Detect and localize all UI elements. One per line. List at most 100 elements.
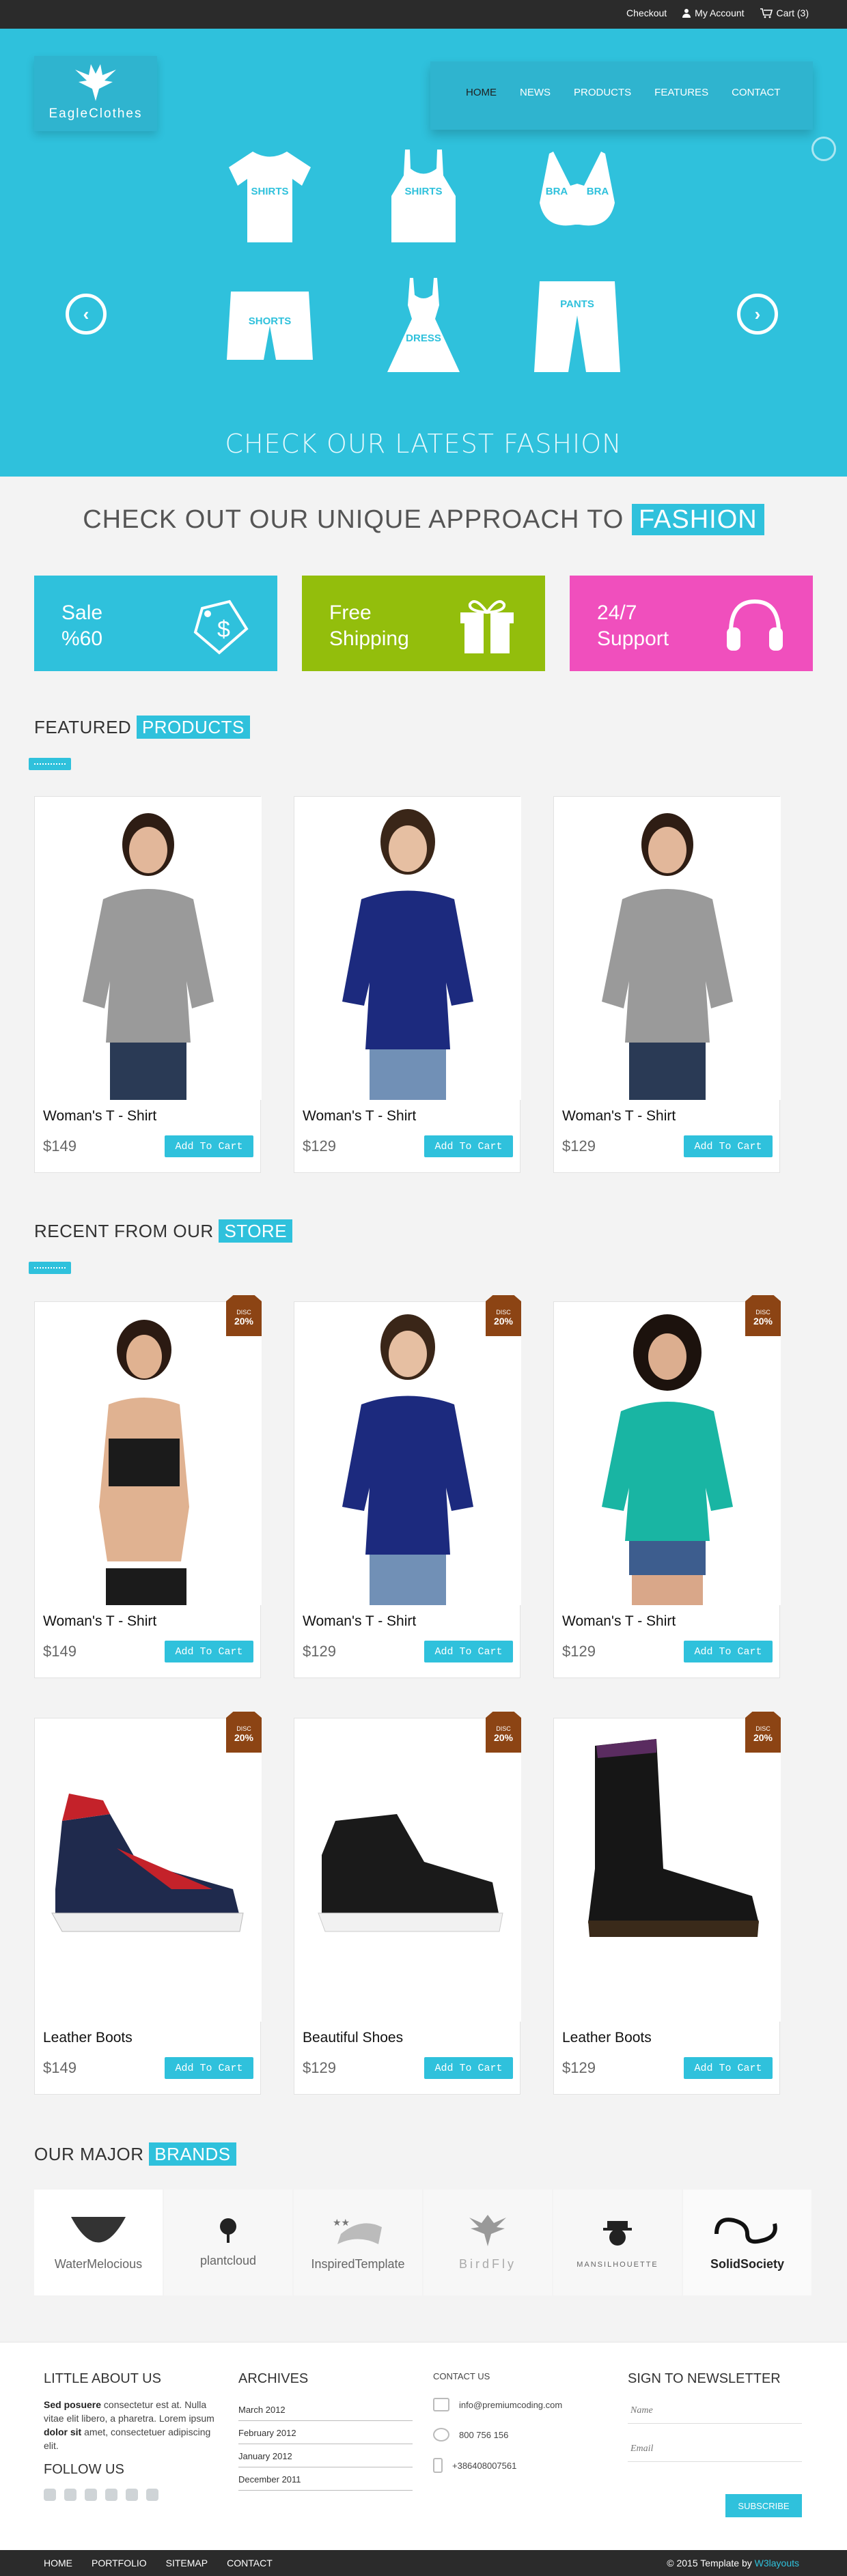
brand-name: SolidSociety <box>710 2257 785 2271</box>
slider-next-button[interactable]: › <box>737 294 778 335</box>
nav-news[interactable]: NEWS <box>520 87 551 98</box>
feature-sale[interactable]: Sale %60 $ <box>34 576 277 671</box>
black-shoe-photo <box>318 1814 503 1932</box>
product-image[interactable] <box>294 1302 521 1605</box>
product-card[interactable]: Woman's T - Shirt $129 Add To Cart <box>294 796 521 1173</box>
brand-logo[interactable]: BirdFly <box>424 2190 553 2295</box>
site-logo[interactable]: EagleClothes <box>34 56 157 131</box>
product-name[interactable]: Woman's T - Shirt <box>562 1108 676 1124</box>
discount-label: DISC <box>755 1725 770 1732</box>
product-card[interactable]: DISC 20% Leather Boots $149 Add To Cart <box>34 1712 262 2095</box>
feature-shipping-line1: Free <box>329 601 372 624</box>
product-name[interactable]: Woman's T - Shirt <box>43 1613 156 1630</box>
product-name[interactable]: Leather Boots <box>43 2030 133 2046</box>
archive-link[interactable]: March 2012 <box>238 2398 413 2421</box>
scroll-indicator-icon[interactable] <box>811 137 836 161</box>
cart-label: Cart (3) <box>776 8 809 18</box>
product-card[interactable]: DISC 20% Beautiful Shoes $129 Add To Cart <box>294 1712 521 2095</box>
add-to-cart-button[interactable]: Add To Cart <box>424 2057 513 2079</box>
brands-title: OUR MAJOR <box>34 2144 144 2164</box>
archive-link[interactable]: January 2012 <box>238 2444 413 2467</box>
product-image[interactable] <box>35 797 262 1100</box>
my-account-link[interactable]: My Account <box>682 8 745 18</box>
brand-logo[interactable]: SolidSociety <box>683 2190 813 2295</box>
newsletter-name-input[interactable] <box>628 2398 802 2424</box>
add-to-cart-button[interactable]: Add To Cart <box>424 1135 513 1157</box>
feature-shipping[interactable]: Free Shipping <box>302 576 545 671</box>
rss-icon[interactable] <box>85 2489 97 2501</box>
product-name[interactable]: Woman's T - Shirt <box>303 1613 416 1630</box>
footer-follow-title: FOLLOW US <box>44 2462 124 2477</box>
garment-label-dress: DRESS <box>406 332 441 344</box>
bottom-link-sitemap[interactable]: SITEMAP <box>166 2558 208 2568</box>
archive-link[interactable]: February 2012 <box>238 2421 413 2444</box>
vimeo-icon[interactable] <box>105 2489 117 2501</box>
product-image[interactable] <box>294 1718 521 2022</box>
twitter-icon[interactable] <box>64 2489 77 2501</box>
cart-link[interactable]: Cart (3) <box>760 8 809 18</box>
sneaker-photo <box>51 1794 244 1932</box>
nav-home[interactable]: HOME <box>466 87 497 98</box>
brand-logo[interactable]: plantcloud <box>164 2190 294 2295</box>
footer-newsletter: SIGN TO NEWSLETTER SUBSCRIBE <box>628 2371 805 2521</box>
dribbble-icon[interactable] <box>126 2489 138 2501</box>
feature-shipping-text: Free Shipping <box>329 600 409 652</box>
newsletter-email-input[interactable] <box>628 2436 802 2462</box>
archive-link[interactable]: December 2011 <box>238 2467 413 2491</box>
brand-logo[interactable]: MANSILHOUETTE <box>553 2190 683 2295</box>
brands-highlight: BRANDS <box>149 2142 236 2166</box>
add-to-cart-button[interactable]: Add To Cart <box>684 2057 773 2079</box>
bottom-link-contact[interactable]: CONTACT <box>227 2558 273 2568</box>
add-to-cart-button[interactable]: Add To Cart <box>684 1641 773 1662</box>
product-card[interactable]: Woman's T - Shirt $149 Add To Cart <box>34 796 262 1173</box>
add-to-cart-button[interactable]: Add To Cart <box>684 1135 773 1157</box>
product-card[interactable]: DISC 20% Woman's T - Shirt $149 Add To Ca… <box>34 1295 262 1678</box>
product-card[interactable]: DISC 20% Leather Boots $129 Add To Cart <box>553 1712 781 2095</box>
product-image[interactable] <box>554 797 781 1100</box>
slider-prev-button[interactable]: ‹ <box>66 294 107 335</box>
bottom-link-home[interactable]: HOME <box>44 2558 72 2568</box>
product-image[interactable] <box>35 1302 262 1605</box>
nav-products[interactable]: PRODUCTS <box>574 87 631 98</box>
brand-logo[interactable]: ★★ InspiredTemplate <box>294 2190 424 2295</box>
product-image[interactable] <box>554 1302 781 1605</box>
product-name[interactable]: Woman's T - Shirt <box>303 1108 416 1124</box>
discount-value: 20% <box>234 1732 254 1743</box>
product-card[interactable]: DISC 20% Woman's T - Shirt $129 Add To Ca… <box>294 1295 521 1678</box>
share-icon[interactable] <box>146 2489 158 2501</box>
product-image[interactable] <box>294 797 521 1100</box>
product-image[interactable] <box>35 1718 262 2022</box>
nav-contact[interactable]: CONTACT <box>732 87 780 98</box>
add-to-cart-button[interactable]: Add To Cart <box>424 1641 513 1662</box>
product-card[interactable]: DISC 20% Woman's T - Shirt $129 Add To Ca… <box>553 1295 781 1678</box>
add-to-cart-button[interactable]: Add To Cart <box>165 1135 253 1157</box>
facebook-icon[interactable] <box>44 2489 56 2501</box>
product-name[interactable]: Woman's T - Shirt <box>562 1613 676 1630</box>
product-name[interactable]: Leather Boots <box>562 2030 652 2046</box>
product-card[interactable]: Woman's T - Shirt $129 Add To Cart <box>553 796 781 1173</box>
bottom-link-portfolio[interactable]: PORTFOLIO <box>92 2558 147 2568</box>
add-to-cart-button[interactable]: Add To Cart <box>165 2057 253 2079</box>
logo-text: EagleClothes <box>48 107 143 121</box>
discount-tag: DISC 20% <box>226 1295 262 1336</box>
add-to-cart-button[interactable]: Add To Cart <box>165 1641 253 1662</box>
subscribe-button[interactable]: SUBSCRIBE <box>725 2494 802 2517</box>
product-name[interactable]: Woman's T - Shirt <box>43 1108 156 1124</box>
brand-logo[interactable]: WaterMelocious <box>34 2190 164 2295</box>
leather-boot-photo <box>588 1739 759 1937</box>
checkout-link[interactable]: Checkout <box>626 8 667 18</box>
garment-tshirt: SHIRTS <box>225 148 314 244</box>
watermelon-icon <box>71 2217 126 2243</box>
woman-grey-top-photo <box>602 813 733 1100</box>
product-name[interactable]: Beautiful Shoes <box>303 2030 403 2046</box>
copyright-brand-link[interactable]: W3layouts <box>755 2558 799 2568</box>
contact-mobile-text: +386408007561 <box>452 2460 517 2471</box>
feature-support[interactable]: 24/7 Support <box>570 576 813 671</box>
product-price: $149 <box>43 1137 77 1155</box>
feature-support-line2: Support <box>597 627 669 650</box>
brand-name: WaterMelocious <box>54 2257 143 2271</box>
discount-label: DISC <box>496 1725 511 1732</box>
product-image[interactable] <box>554 1718 781 2022</box>
nav-features[interactable]: FEATURES <box>654 87 708 98</box>
contact-email-text[interactable]: info@premiumcoding.com <box>459 2400 562 2410</box>
